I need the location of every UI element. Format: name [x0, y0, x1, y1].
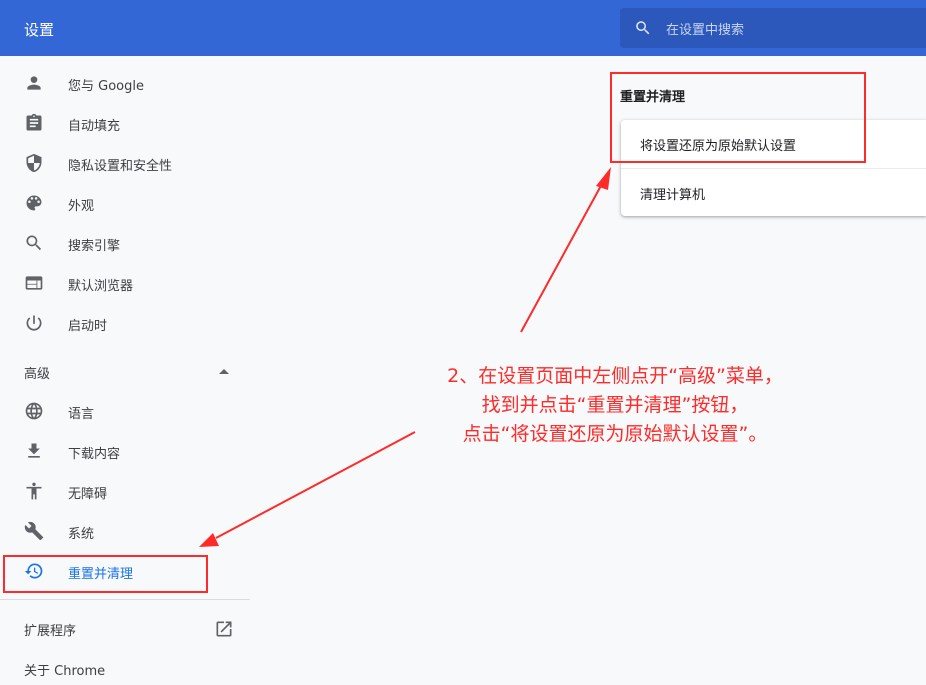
- annotation-line: 点击“将设置还原为原始默认设置”。: [462, 423, 768, 445]
- annotation-line: 2、在设置页面中左侧点开“高级”菜单，: [447, 365, 783, 387]
- arrowhead-to-reset-option: [596, 167, 611, 190]
- instruction-annotation: 2、在设置页面中左侧点开“高级”菜单， 找到并点击“重置并清理”按钮， 点击“将…: [380, 362, 850, 449]
- annotation-arrows: [199, 167, 611, 547]
- annotation-line: 找到并点击“重置并清理”按钮，: [481, 394, 749, 416]
- arrowhead-to-sidebar-reset: [199, 533, 219, 547]
- arrow-to-reset-option: [520, 181, 604, 333]
